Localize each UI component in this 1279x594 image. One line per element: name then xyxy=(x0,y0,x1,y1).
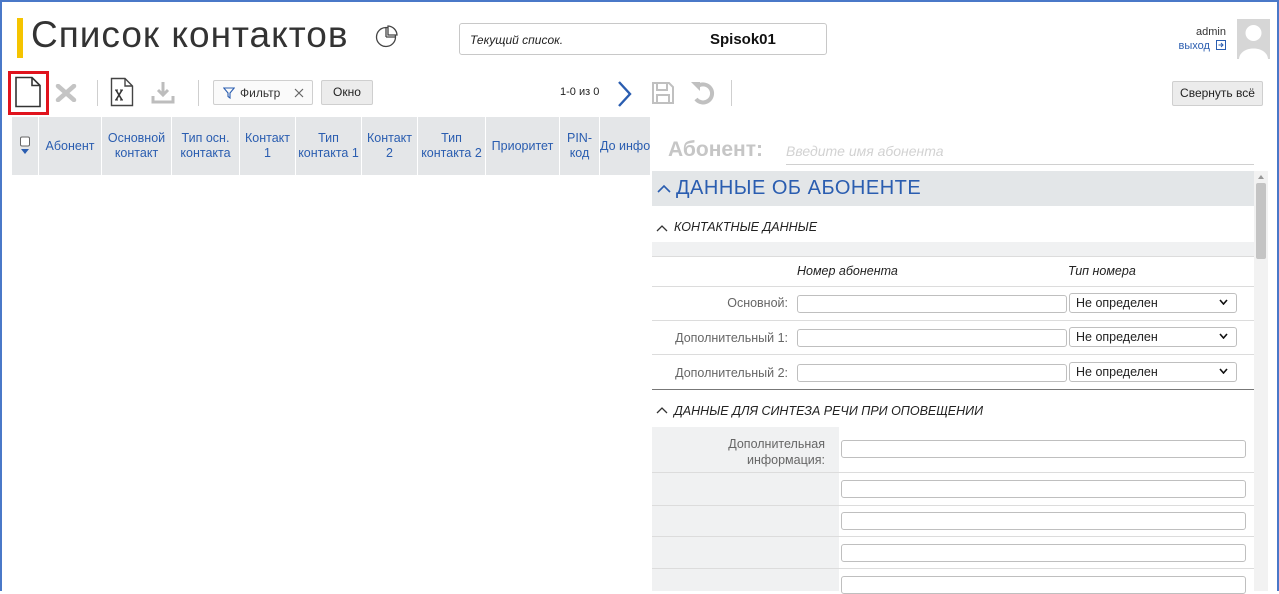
filter-button[interactable]: Фильтр xyxy=(213,80,313,105)
type-column-header: Тип номера xyxy=(1068,264,1136,278)
filter-icon xyxy=(223,87,235,99)
extra-info-input-5[interactable] xyxy=(841,576,1246,594)
row-divider xyxy=(652,354,1254,355)
pie-chart-icon[interactable] xyxy=(375,24,399,53)
section-title: ДАННЫЕ ОБ АБОНЕНТЕ xyxy=(676,177,922,199)
current-list-value: Spisok01 xyxy=(710,31,776,48)
scroll-up-icon[interactable] xyxy=(1254,172,1268,182)
excel-icon xyxy=(110,77,134,107)
chevron-down-icon xyxy=(1219,333,1228,339)
delete-button[interactable] xyxy=(55,83,77,107)
column-header[interactable]: Контакт 2 xyxy=(362,117,418,175)
extra-2-type-select[interactable]: Не определен xyxy=(1069,362,1237,382)
checkbox-dropdown-icon xyxy=(20,136,30,154)
logout-icon[interactable] xyxy=(1216,40,1226,50)
primary-number-input[interactable] xyxy=(797,295,1067,313)
toolbar-separator xyxy=(731,80,732,106)
current-list-label: Текущий список. xyxy=(470,33,564,47)
extra-info-input-3[interactable] xyxy=(841,512,1246,530)
primary-number-label: Основной: xyxy=(727,296,788,310)
row-divider xyxy=(652,320,1254,321)
extra-info-input-2[interactable] xyxy=(841,480,1246,498)
column-header[interactable]: Контакт 1 xyxy=(240,117,296,175)
extra-1-type-select[interactable]: Не определен xyxy=(1069,327,1237,347)
save-icon xyxy=(652,82,674,104)
extra-2-type-value: Не определен xyxy=(1076,365,1158,379)
export-excel-button[interactable] xyxy=(110,77,134,112)
column-header[interactable]: До инфор xyxy=(600,117,650,175)
extra-number-1-input[interactable] xyxy=(797,329,1067,347)
logout-link[interactable]: выход xyxy=(1179,40,1226,52)
extra-info-label: Дополнительная информация: xyxy=(652,436,825,468)
save-button[interactable] xyxy=(651,81,675,110)
select-all-checkbox[interactable] xyxy=(12,117,39,175)
avatar[interactable] xyxy=(1237,19,1270,59)
extra-info-input-4[interactable] xyxy=(841,544,1246,562)
subscriber-data-section-header[interactable]: ДАННЫЕ ОБ АБОНЕНТЕ xyxy=(652,171,1254,206)
extra-info-input-1[interactable] xyxy=(841,440,1246,458)
row-divider xyxy=(652,536,1254,537)
toolbar-separator xyxy=(97,80,98,106)
row-divider xyxy=(652,568,1254,569)
form-scrollbar[interactable] xyxy=(1254,171,1268,591)
chevron-up-icon[interactable] xyxy=(656,224,668,232)
extra-number-2-input[interactable] xyxy=(797,364,1067,382)
download-icon xyxy=(151,82,175,104)
number-column-header: Номер абонента xyxy=(797,264,898,278)
logout-label[interactable]: выход xyxy=(1179,40,1210,52)
column-header[interactable]: PIN-код xyxy=(560,117,600,175)
column-header[interactable]: Тип контакта 1 xyxy=(296,117,362,175)
contacts-subsection-title: КОНТАКТНЫЕ ДАННЫЕ xyxy=(674,220,818,234)
new-document-button[interactable] xyxy=(14,76,42,113)
new-document-icon xyxy=(15,76,41,108)
filter-label: Фильтр xyxy=(240,86,281,100)
extra-info-label-line-2: информация: xyxy=(746,453,825,467)
title-accent-bar xyxy=(17,18,23,58)
chevron-up-icon[interactable] xyxy=(657,184,671,194)
user-name: admin xyxy=(1196,26,1226,38)
contacts-table-header: Абонент Основной контакт Тип осн. контак… xyxy=(12,117,650,175)
subscriber-input[interactable]: Введите имя абонента xyxy=(786,143,1254,165)
subsection-strip xyxy=(652,242,1254,256)
speech-subsection-title: ДАННЫЕ ДЛЯ СИНТЕЗА РЕЧИ ПРИ ОПОВЕЩЕНИИ xyxy=(674,404,984,418)
primary-type-select[interactable]: Не определен xyxy=(1069,293,1237,313)
subscriber-label: Абонент: xyxy=(668,138,764,161)
download-button[interactable] xyxy=(151,81,175,110)
extra-1-type-value: Не определен xyxy=(1076,330,1158,344)
chevron-up-icon[interactable] xyxy=(656,406,668,414)
row-divider xyxy=(652,472,1254,473)
row-divider xyxy=(652,505,1254,506)
close-icon[interactable] xyxy=(294,88,304,98)
column-header[interactable]: Абонент xyxy=(39,117,102,175)
undo-button[interactable] xyxy=(689,80,717,111)
chevron-down-icon xyxy=(1219,299,1228,305)
collapse-all-button[interactable]: Свернуть всё xyxy=(1172,81,1263,106)
current-list-box[interactable]: Текущий список. Spisok01 xyxy=(459,23,827,55)
next-page-button[interactable] xyxy=(616,80,632,113)
pager-text: 1-0 из 0 xyxy=(560,86,600,98)
extra-info-label-line-1: Дополнительная xyxy=(728,437,825,451)
column-header[interactable]: Приоритет xyxy=(486,117,560,175)
primary-type-value: Не определен xyxy=(1076,296,1158,310)
delete-icon xyxy=(55,83,77,103)
scrollbar-thumb[interactable] xyxy=(1256,183,1266,259)
extra-number-1-label: Дополнительный 1: xyxy=(675,331,788,345)
chevron-down-icon xyxy=(1219,368,1228,374)
column-header[interactable]: Тип осн. контакта xyxy=(172,117,240,175)
toolbar-separator xyxy=(198,80,199,106)
column-header[interactable]: Основной контакт xyxy=(102,117,172,175)
column-header[interactable]: Тип контакта 2 xyxy=(418,117,486,175)
section-divider xyxy=(652,389,1254,390)
row-divider xyxy=(652,286,1254,287)
undo-icon xyxy=(691,82,715,105)
extra-number-2-label: Дополнительный 2: xyxy=(675,366,788,380)
chevron-right-icon xyxy=(618,81,632,107)
window-button[interactable]: Окно xyxy=(321,80,373,105)
page-title: Список контактов xyxy=(31,14,349,55)
row-divider xyxy=(652,256,1254,257)
